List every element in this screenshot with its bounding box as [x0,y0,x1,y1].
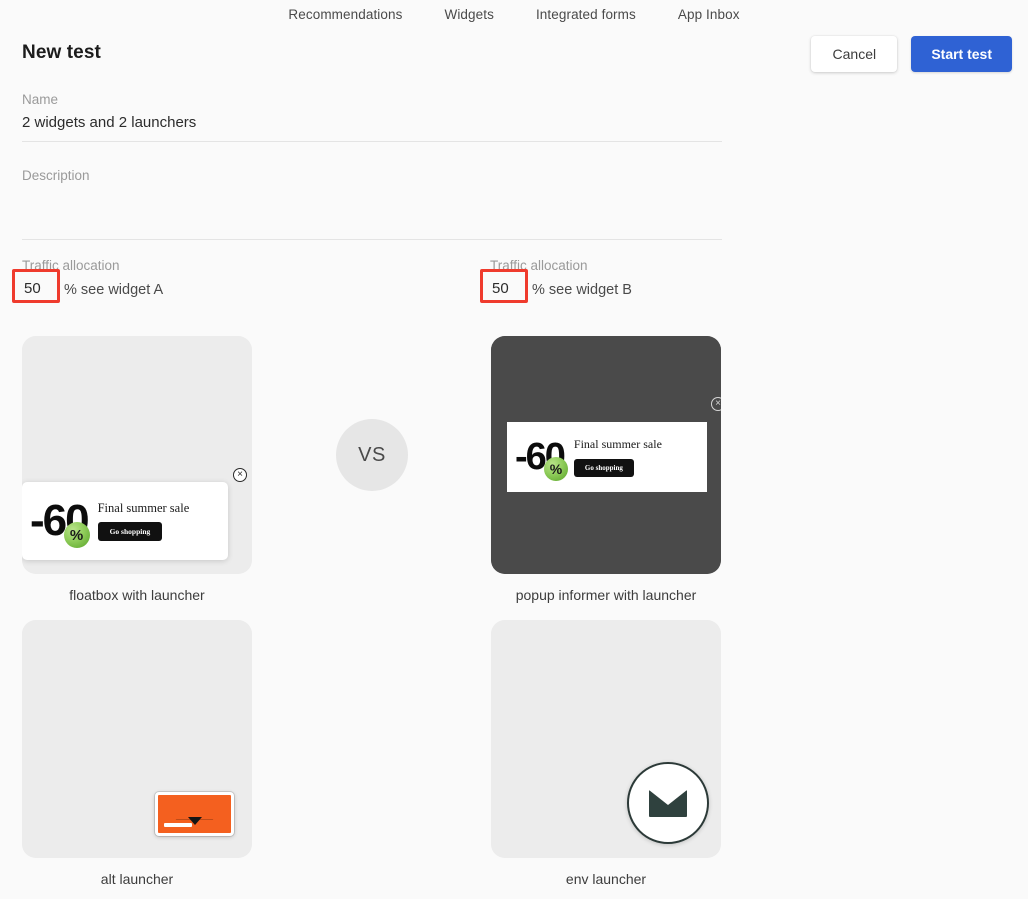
skeleton-topbar [22,620,252,648]
traffic-allocation-a-line: % see widget A [12,269,422,303]
preview-caption-floatbox: floatbox with launcher [69,587,205,603]
alt-launcher-envelope-icon[interactable] [155,792,234,836]
name-label: Name [22,92,59,107]
floatbox-widget[interactable]: -60 % Final summer sale Go shopping [22,482,228,560]
nav-item-widgets[interactable]: Widgets [444,7,493,22]
promo-cta-button[interactable]: Go shopping [573,459,634,477]
skeleton-hero [491,652,721,738]
skeleton-col-1 [491,488,565,574]
traffic-allocation-a-label: Traffic allocation [22,258,120,273]
skeleton-band [22,458,252,484]
preview-card-env-launcher[interactable] [491,620,721,858]
traffic-allocation-b-line: % see widget B [480,269,890,303]
promo-text-group: Final summer sale Go shopping [564,437,707,477]
nav-item-app-inbox[interactable]: App Inbox [678,7,740,22]
skeleton-hero [22,652,252,738]
traffic-allocation-b-suffix: % see widget B [532,282,632,298]
nav-item-recommendations[interactable]: Recommendations [288,7,402,22]
promo-discount-group: -60 % [22,496,90,548]
promo-title: Final summer sale [573,437,662,451]
page-root: Recommendations Widgets Integrated forms… [0,0,1028,899]
promo-text-group: Final summer sale Go shopping [88,501,228,541]
preview-caption-popup-informer: popup informer with launcher [515,587,697,603]
vs-badge: VS [336,419,408,491]
preview-caption-env-launcher: env launcher [565,871,647,887]
skeleton-band [22,742,252,768]
envelope-bar [164,823,192,827]
skeleton-topbar [491,336,721,364]
skeleton-hero [22,368,252,454]
traffic-allocation-a: Traffic allocation % see widget A [12,258,422,303]
page-header: New test Cancel Start test [0,36,1028,76]
description-input[interactable] [22,216,722,240]
skeleton-col-1 [491,772,565,858]
name-field-group: Name 2 widgets and 2 launchers [22,92,722,142]
traffic-allocation-b-label: Traffic allocation [490,258,588,273]
preview-card-popup-informer[interactable]: × -60 % Final summer sale Go shopping [491,336,721,574]
preview-card-alt-launcher[interactable] [22,620,252,858]
skeleton-col-3 [647,488,721,574]
preview-column-b: × -60 % Final summer sale Go shopping po… [491,336,721,887]
cancel-button[interactable]: Cancel [811,36,898,72]
traffic-allocation-row: Traffic allocation % see widget A Traffi… [0,258,1028,318]
description-label: Description [22,168,90,183]
nav-item-integrated-forms[interactable]: Integrated forms [536,7,636,22]
mail-icon [649,789,687,817]
promo-cta-button[interactable]: Go shopping [97,522,163,541]
test-form: Name 2 widgets and 2 launchers Descripti… [22,92,722,240]
skeleton-band [491,742,721,768]
close-icon[interactable]: × [233,468,247,482]
traffic-allocation-b-input[interactable] [490,279,528,301]
traffic-allocation-a-input[interactable] [22,279,60,301]
preview-card-floatbox[interactable]: × -60 % Final summer sale Go shopping [22,336,252,574]
promo-percent-badge: % [543,456,568,481]
promo-discount-group: -60 % [507,436,568,481]
env-launcher-button[interactable] [627,762,709,844]
skeleton-col-2 [569,488,643,574]
popup-informer-widget[interactable]: -60 % Final summer sale Go shopping [507,422,707,492]
top-navigation: Recommendations Widgets Integrated forms… [0,0,1028,28]
close-icon[interactable]: × [711,397,721,411]
skeleton-col-1 [22,772,96,858]
traffic-allocation-a-suffix: % see widget A [64,282,164,298]
form-spacer [22,142,722,168]
promo-percent-badge: % [63,522,90,548]
skeleton-topbar [491,620,721,648]
traffic-allocation-b-input-wrap [480,269,528,303]
skeleton-topbar [22,336,252,364]
page-title: New test [22,42,101,63]
description-field-group: Description [22,168,722,240]
promo-title: Final summer sale [97,501,190,515]
name-input[interactable]: 2 widgets and 2 launchers [22,114,722,142]
header-actions: Cancel Start test [811,36,1012,72]
traffic-allocation-b: Traffic allocation % see widget B [480,258,890,303]
preview-caption-alt-launcher: alt launcher [100,871,174,887]
traffic-allocation-a-input-wrap [12,269,60,303]
start-test-button[interactable]: Start test [911,36,1012,72]
preview-column-a: × -60 % Final summer sale Go shopping fl… [22,336,252,887]
